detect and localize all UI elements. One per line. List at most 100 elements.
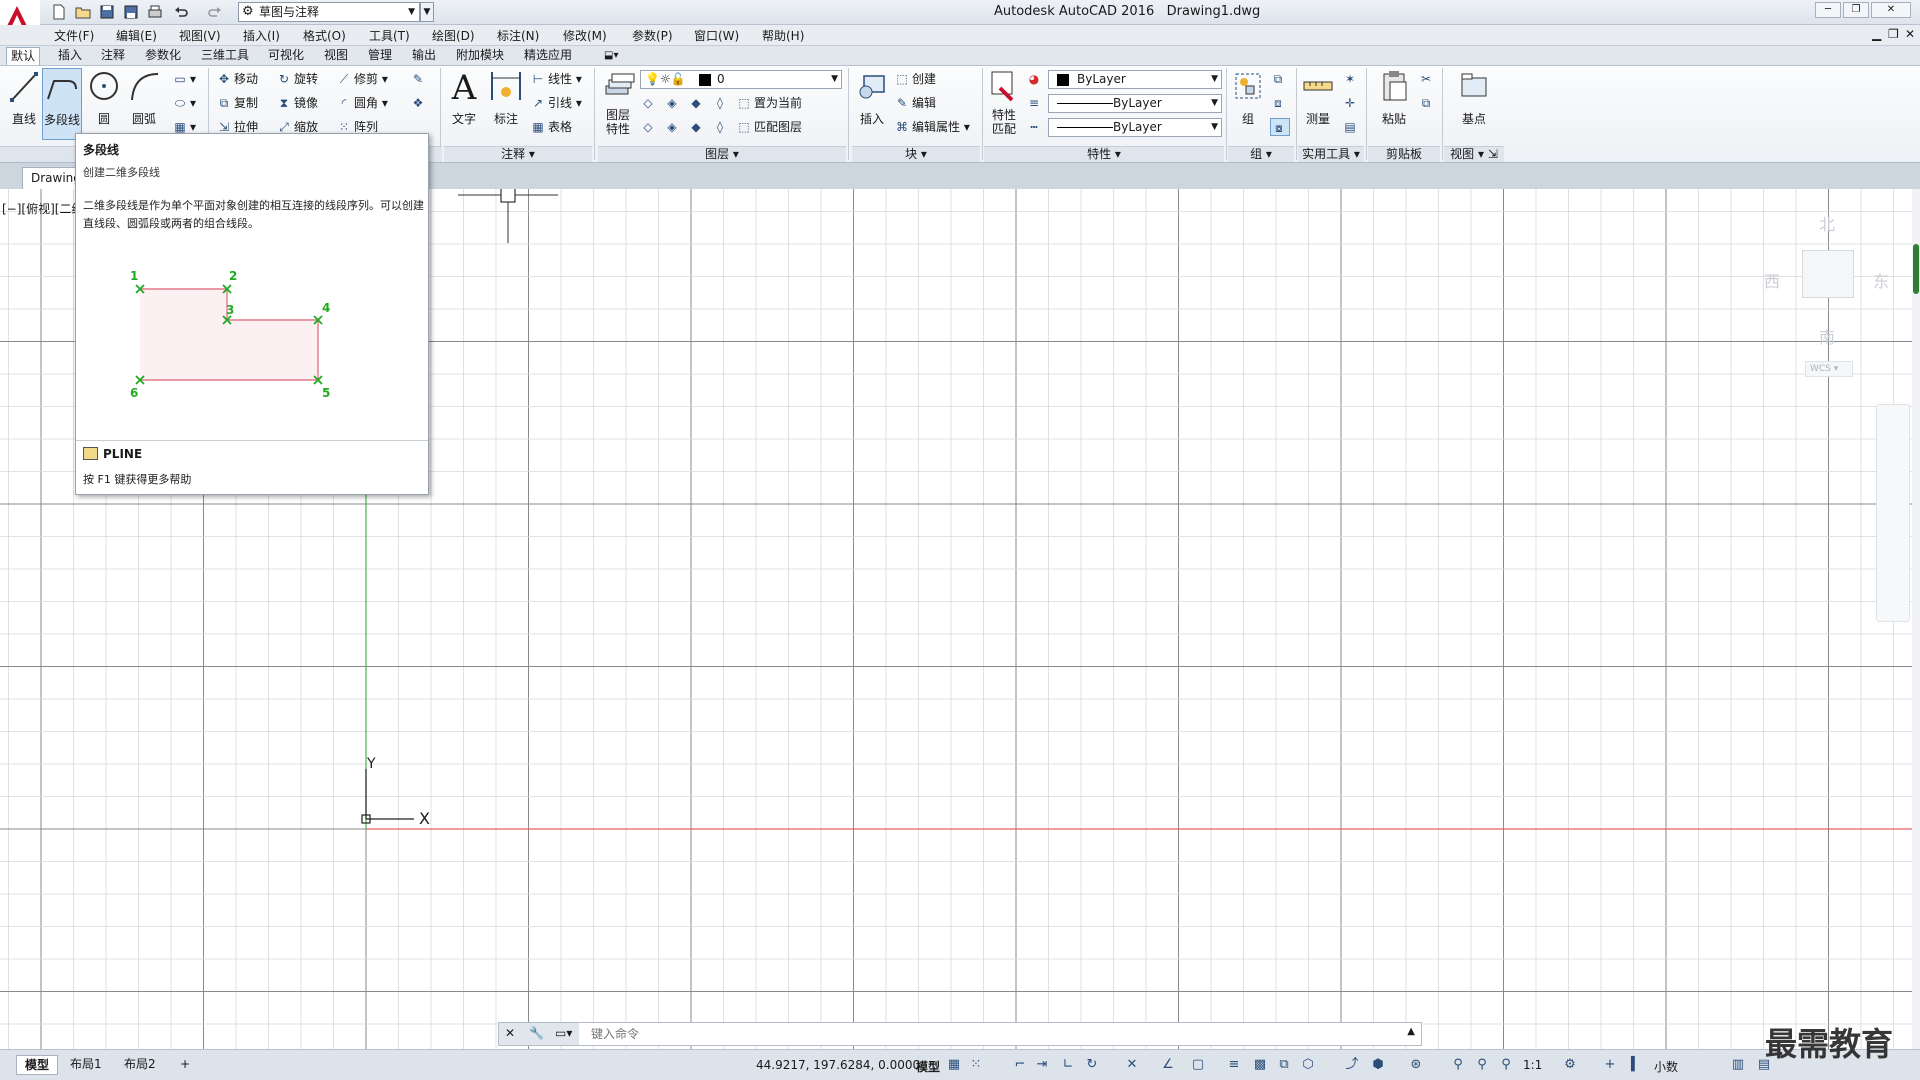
grid-icon[interactable]: ▦ <box>946 1057 962 1073</box>
create-block-button[interactable]: ⬚ 创建 <box>894 70 936 88</box>
viewcube-west[interactable]: 西 <box>1764 268 1780 292</box>
move-button[interactable]: ✥ 移动 <box>216 70 258 88</box>
viewcube-face[interactable] <box>1802 250 1854 298</box>
vertical-scrollbar[interactable] <box>1912 189 1920 1049</box>
layer-tool-1[interactable]: ◇ <box>640 94 658 112</box>
selection-cycling-icon[interactable]: ⧉ <box>1276 1057 1292 1073</box>
layer-dropdown[interactable]: 💡☼🔓 0 ▼ <box>640 70 842 89</box>
id-point-button[interactable]: ✛ <box>1342 94 1360 112</box>
copy-clip-button[interactable]: ⧉ <box>1418 94 1436 112</box>
doc-minimize-button[interactable]: ▁ <box>1872 27 1881 41</box>
layer-tool-5[interactable]: ◇ <box>640 118 658 136</box>
table-button[interactable]: ▦ 表格 <box>530 118 572 136</box>
isodraft-icon[interactable]: ✕ <box>1124 1057 1140 1073</box>
arc-button[interactable]: 圆弧 <box>124 68 164 140</box>
tab-default[interactable]: 默认 <box>6 47 41 65</box>
tab-visualize[interactable]: 可视化 <box>264 47 308 65</box>
make-current-button[interactable]: ⬚ 置为当前 <box>736 94 802 112</box>
tab-addins[interactable]: 附加模块 <box>452 47 508 65</box>
dynamic-input-icon[interactable]: ⇥ <box>1034 1057 1050 1073</box>
trim-button[interactable]: ⟋ 修剪 ▾ <box>336 70 388 88</box>
rectangle-button[interactable]: ▭ ▾ <box>172 70 196 88</box>
layer-tool-4[interactable]: ◊ <box>712 94 730 112</box>
explode-button[interactable]: ❖ <box>410 94 428 112</box>
rotate-button[interactable]: ↻ 旋转 <box>276 70 318 88</box>
menu-insert[interactable]: 插入(I) <box>243 27 280 44</box>
layer-tool-7[interactable]: ◆ <box>688 118 706 136</box>
block-panel-footer[interactable]: 块 ▾ <box>852 146 980 162</box>
gizmo-icon[interactable]: ⊛ <box>1408 1057 1424 1073</box>
plot-icon[interactable] <box>146 4 164 20</box>
layout-tab-1[interactable]: 布局1 <box>62 1055 110 1075</box>
linetype-button[interactable]: ┅ <box>1026 118 1044 136</box>
insert-block-button[interactable]: 插入 <box>852 68 892 140</box>
menu-draw[interactable]: 绘图(D) <box>432 27 475 44</box>
coordinates-readout[interactable]: 44.9217, 197.6284, 0.0000 <box>756 1058 920 1072</box>
calculator-button[interactable]: ▤ <box>1342 118 1360 136</box>
text-button[interactable]: A 文字 <box>444 68 484 140</box>
layers-panel-footer[interactable]: 图层 ▾ <box>598 146 846 162</box>
menu-edit[interactable]: 编辑(E) <box>116 27 157 44</box>
color-dropdown[interactable]: ByLayer ▼ <box>1048 70 1222 89</box>
model-space-toggle[interactable]: 模型 <box>916 1058 940 1075</box>
menu-parametric[interactable]: 参数(P) <box>632 27 673 44</box>
circle-button[interactable]: 圆 <box>84 68 124 140</box>
tab-parametric[interactable]: 参数化 <box>141 47 185 65</box>
group-edit-button[interactable]: ⧈ <box>1270 94 1288 112</box>
layer-tool-8[interactable]: ◊ <box>712 118 730 136</box>
annotation-scale-value[interactable]: 1:1 <box>1523 1058 1542 1072</box>
clipboard-panel-footer[interactable]: 剪贴板 <box>1368 146 1440 162</box>
tab-output[interactable]: 输出 <box>408 47 440 65</box>
color-wheel-button[interactable]: ◕ <box>1026 70 1044 88</box>
measure-button[interactable]: 测量 <box>1298 68 1338 140</box>
add-layout-button[interactable]: + <box>172 1055 198 1075</box>
menu-tools[interactable]: 工具(T) <box>369 27 410 44</box>
save-as-icon[interactable] <box>122 4 140 20</box>
copy-button[interactable]: ⧉ 复制 <box>216 94 258 112</box>
annotation-panel-footer[interactable]: 注释 ▾ <box>444 146 592 162</box>
leader-button[interactable]: ↗ 引线 ▾ <box>530 94 582 112</box>
transparency-icon[interactable]: ▩ <box>1252 1057 1268 1073</box>
command-input[interactable] <box>591 1025 1411 1043</box>
object-snap-tracking-icon[interactable]: ∠ <box>1160 1057 1176 1073</box>
array-button[interactable]: ⁙ 阵列 <box>336 118 378 132</box>
tab-view[interactable]: 视图 <box>320 47 352 65</box>
lineweight-button[interactable]: ≡ <box>1026 94 1044 112</box>
properties-panel-footer[interactable]: 特性 ▾ <box>984 146 1224 162</box>
close-command-line-icon[interactable]: ✕ <box>505 1026 515 1040</box>
ribbon-options-icon[interactable]: ⬓▾ <box>600 47 622 65</box>
annotation-visibility-icon[interactable]: ⚲ <box>1450 1057 1466 1073</box>
group-button[interactable]: 组 <box>1228 68 1268 140</box>
doc-restore-button[interactable]: ❐ <box>1888 27 1899 41</box>
menu-dimension[interactable]: 标注(N) <box>497 27 539 44</box>
tab-insert[interactable]: 插入 <box>54 47 86 65</box>
units-value[interactable]: 小数 <box>1654 1058 1678 1075</box>
quick-properties-icon[interactable]: ▥ <box>1730 1057 1746 1073</box>
recent-commands-icon[interactable]: ▭▾ <box>555 1026 572 1040</box>
annotation-scale-icon[interactable]: ⚲ <box>1498 1057 1514 1073</box>
scroll-thumb[interactable] <box>1913 244 1919 294</box>
snap-icon[interactable]: ⁙ <box>968 1057 984 1073</box>
new-file-icon[interactable] <box>50 4 68 20</box>
workspace-dropdown[interactable]: ⚙ 草图与注释 ▼ <box>238 2 420 22</box>
undo-icon[interactable] <box>172 4 190 20</box>
layer-tool-3[interactable]: ◆ <box>688 94 706 112</box>
menu-help[interactable]: 帮助(H) <box>762 27 804 44</box>
layout-tab-2[interactable]: 布局2 <box>116 1055 164 1075</box>
workspace-switch-icon[interactable]: ⚙ <box>1562 1057 1578 1073</box>
layer-tool-2[interactable]: ◈ <box>664 94 682 112</box>
erase-button[interactable]: ✎ <box>410 70 428 88</box>
match-layer-button[interactable]: ⬚ 匹配图层 <box>736 118 802 136</box>
ucs-dynamic-icon[interactable]: ⤴ <box>1344 1057 1360 1073</box>
customize-icon[interactable]: 🔧 <box>529 1026 544 1040</box>
save-icon[interactable] <box>98 4 116 20</box>
viewport-controls[interactable]: [−][俯视][二维 <box>2 200 83 217</box>
stretch-button[interactable]: ⇲ 拉伸 <box>216 118 258 132</box>
mirror-button[interactable]: ⧗ 镜像 <box>276 94 318 112</box>
infer-constraints-icon[interactable]: ⌐ <box>1012 1057 1028 1073</box>
viewcube-south[interactable]: 南 <box>1819 324 1835 348</box>
viewcube-north[interactable]: 北 <box>1819 211 1835 235</box>
command-history-icon[interactable]: ▲ <box>1407 1026 1415 1037</box>
restore-button[interactable]: ❐ <box>1843 2 1869 18</box>
customize-toolbar-button[interactable]: ▼ <box>420 2 434 22</box>
